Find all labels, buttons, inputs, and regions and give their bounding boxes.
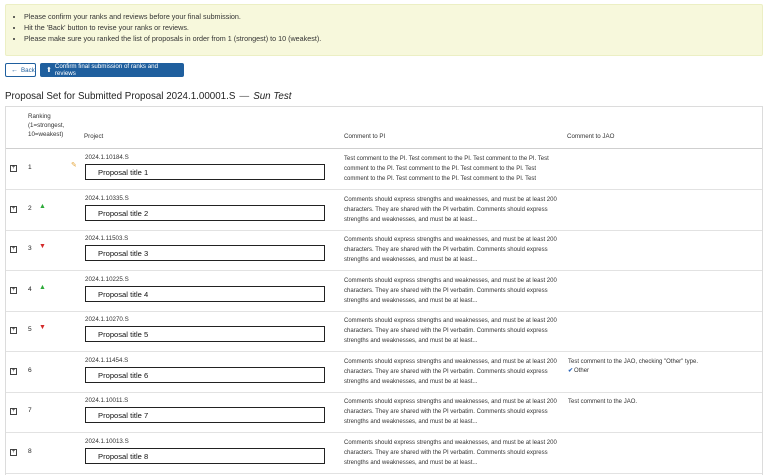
arrow-up-icon: ▲ xyxy=(39,283,46,291)
expand-row-icon[interactable]: + xyxy=(10,286,17,294)
instruction-item: Please make sure you ranked the list of … xyxy=(24,33,762,44)
header-ranking: Ranking (1=strongest, 10=weakest) xyxy=(28,113,65,138)
table-row: +4 ▲ 2024.1.10225.S Proposal title 4 Comment… xyxy=(6,271,762,312)
proposals-table: Ranking (1=strongest, 10=weakest) Projec… xyxy=(5,106,763,475)
proposal-title-link[interactable]: Proposal title 3 xyxy=(85,245,325,261)
comment-to-pi: Comments should express strengths and we… xyxy=(344,196,557,223)
comment-to-pi: Comments should express strengths and we… xyxy=(344,277,557,304)
proposal-title-link[interactable]: Proposal title 6 xyxy=(85,366,325,383)
proposal-id: 2024.1.10184.S xyxy=(85,154,129,161)
table-row: +2 ▲ 2024.1.10335.S Proposal title 2 Comment… xyxy=(6,190,762,231)
proposal-id: 2024.1.11503.S xyxy=(85,235,129,242)
header-project: Project xyxy=(84,133,104,140)
arrow-down-icon: ▼ xyxy=(39,243,46,250)
proposal-id: 2024.1.10335.S xyxy=(85,194,129,202)
comment-to-pi: Comments should express strengths and we… xyxy=(344,358,557,385)
table-row: +5 ▼ 2024.1.10270.S Proposal title 5 Comment… xyxy=(6,311,762,352)
header-comment-jao: Comment to JAO xyxy=(567,133,615,140)
expand-row-icon[interactable]: + xyxy=(10,205,17,213)
confirm-submission-button[interactable]: ⬆ Confirm final submission of ranks and … xyxy=(40,63,184,77)
proposal-title-link[interactable]: Proposal title 8 xyxy=(85,447,325,464)
proposal-title-link[interactable]: Proposal title 7 xyxy=(85,407,325,423)
page-title-name: Sun Test xyxy=(253,91,292,102)
proposal-id: 2024.1.10011.S xyxy=(85,397,129,404)
comment-to-jao: Test comment to the JAO. xyxy=(568,398,748,407)
page-title-separator: — xyxy=(239,91,250,102)
comment-to-pi: Comments should express strengths and we… xyxy=(344,318,557,344)
table-row: +7 2024.1.10011.S Proposal title 7 Comments… xyxy=(6,392,762,433)
instruction-item: Hit the 'Back' button to revise your ran… xyxy=(24,22,762,33)
table-header: Ranking (1=strongest, 10=weakest) Projec… xyxy=(6,107,762,149)
expand-row-icon[interactable]: + xyxy=(10,246,17,253)
rank-value: 8 xyxy=(28,447,32,455)
comment-to-jao: Test comment to the JAO, checking "Other… xyxy=(568,358,748,376)
expand-row-icon[interactable]: + xyxy=(10,408,17,415)
proposal-id: 2024.1.10013.S xyxy=(85,437,129,445)
expand-row-icon[interactable]: + xyxy=(10,327,17,334)
action-toolbar: ← Back ⬆ Confirm final submission of ran… xyxy=(5,63,184,77)
confirm-button-label: Confirm final submission of ranks and re… xyxy=(54,63,159,77)
comment-to-pi: Comments should express strengths and we… xyxy=(344,439,557,466)
proposal-title-link[interactable]: Proposal title 2 xyxy=(85,204,325,221)
rank-value: 4 xyxy=(28,285,32,293)
checkmark-icon: ✔ xyxy=(568,367,574,374)
expand-row-icon[interactable]: + xyxy=(10,448,17,456)
arrow-left-icon: ← xyxy=(11,66,18,74)
instructions-list: Please confirm your ranks and reviews be… xyxy=(24,11,762,44)
page-title: Proposal Set for Submitted Proposal 2024… xyxy=(5,91,292,102)
proposal-title-link[interactable]: Proposal title 1 xyxy=(85,164,325,180)
table-row: +1 ✎ 2024.1.10184.S Proposal title 1 Test co… xyxy=(6,149,762,190)
arrow-down-icon: ▼ xyxy=(39,324,46,331)
instructions-notice: Please confirm your ranks and reviews be… xyxy=(5,4,763,56)
back-button[interactable]: ← Back xyxy=(5,63,36,77)
upload-icon: ⬆ xyxy=(46,67,52,74)
jao-type-label: Other xyxy=(574,367,590,374)
jao-comment-text: Test comment to the JAO. xyxy=(568,399,638,405)
table-row: +3 ▼ 2024.1.11503.S Proposal title 3 Comment… xyxy=(6,230,762,271)
rank-value: 2 xyxy=(28,204,32,212)
proposal-id: 2024.1.10270.S xyxy=(85,316,129,323)
rank-value: 6 xyxy=(28,366,32,374)
page-title-text: Proposal Set for Submitted Proposal 2024… xyxy=(5,91,236,102)
proposal-id: 2024.1.10225.S xyxy=(85,275,129,283)
comment-to-pi: Comments should express strengths and we… xyxy=(344,399,557,425)
expand-row-icon[interactable]: + xyxy=(10,367,17,375)
arrow-up-icon: ▲ xyxy=(39,202,46,210)
rank-value: 3 xyxy=(28,245,32,252)
proposal-title-link[interactable]: Proposal title 5 xyxy=(85,326,325,342)
back-button-label: Back xyxy=(21,66,35,74)
expand-row-icon[interactable]: + xyxy=(10,165,17,172)
jao-comment-text: Test comment to the JAO, checking "Other… xyxy=(568,358,698,365)
rank-value: 1 xyxy=(28,164,32,171)
pencil-icon[interactable]: ✎ xyxy=(71,161,77,169)
table-row: +8 2024.1.10013.S Proposal title 8 Comments… xyxy=(6,433,762,474)
jao-comment-type: ✔Other xyxy=(568,367,748,376)
rank-value: 5 xyxy=(28,326,32,333)
comment-to-pi: Test comment to the PI. Test comment to … xyxy=(344,156,549,182)
header-comment-pi: Comment to PI xyxy=(344,133,386,140)
proposal-title-link[interactable]: Proposal title 4 xyxy=(85,285,325,302)
proposal-id: 2024.1.11454.S xyxy=(85,356,129,364)
table-row: +6 2024.1.11454.S Proposal title 6 Comments… xyxy=(6,352,762,393)
comment-to-pi: Comments should express strengths and we… xyxy=(344,237,557,263)
instruction-item: Please confirm your ranks and reviews be… xyxy=(24,11,762,22)
rank-value: 7 xyxy=(28,407,32,414)
